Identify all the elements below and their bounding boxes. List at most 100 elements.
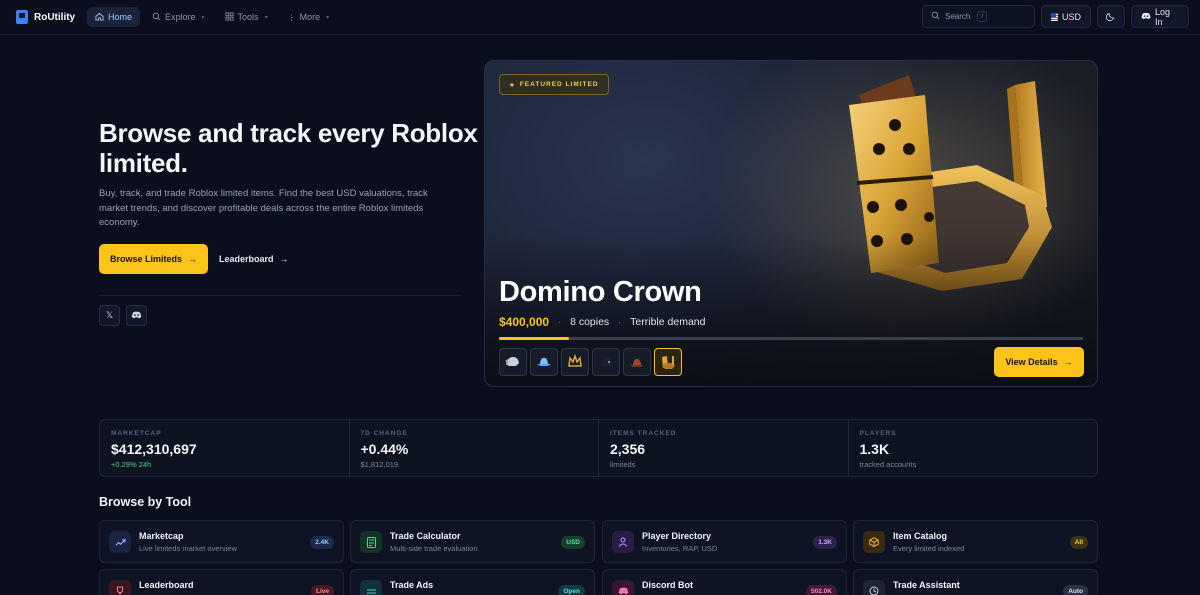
tool-card-leaderboard[interactable]: Leaderboard Live xyxy=(99,569,344,595)
tool-card-trade-calculator[interactable]: Trade Calculator Multi-side trade evalua… xyxy=(350,520,595,563)
thumbnail-dominus[interactable] xyxy=(592,348,620,376)
tool-card-trade-ads[interactable]: Trade Ads Open xyxy=(350,569,595,595)
trophy-icon xyxy=(109,580,131,595)
stat-7d-change: 7D CHANGE +0.44% $1,812,019 xyxy=(350,420,599,476)
hero-title: Browse and track every Roblox limited. xyxy=(99,118,478,178)
search-button[interactable]: Search / xyxy=(922,5,1035,28)
nav-link-explore[interactable]: Explore ▾ xyxy=(144,7,213,27)
section-title: Browse by Tool xyxy=(99,495,192,509)
search-icon xyxy=(152,12,161,23)
thumbnail-fedora[interactable] xyxy=(623,348,651,376)
nav-link-home[interactable]: Home xyxy=(87,7,141,27)
chevron-down-icon: ▾ xyxy=(264,14,268,21)
grid-icon xyxy=(225,11,234,23)
logo[interactable]: RoUtility xyxy=(16,10,75,24)
view-details-label: View Details xyxy=(1005,357,1058,367)
featured-thumbnails xyxy=(499,348,682,376)
chevron-down-icon: ▾ xyxy=(201,14,205,21)
tool-badge: Auto xyxy=(1063,585,1088,595)
thumbnail-valkyrie-helm[interactable] xyxy=(499,348,527,376)
stat-value: 2,356 xyxy=(610,441,646,457)
nav-link-tools[interactable]: Tools ▾ xyxy=(217,7,276,27)
tool-card-player-directory[interactable]: Player Directory Inventories, RAP, USD 1… xyxy=(602,520,847,563)
leaderboard-link[interactable]: Leaderboard → xyxy=(219,250,289,268)
currency-selector[interactable]: USD xyxy=(1041,5,1091,28)
stat-sub: $1,812,019 xyxy=(360,460,399,469)
top-nav: RoUtility Home Explore ▾ Tools ▾ ⋮ More … xyxy=(0,0,1200,35)
featured-progress-track xyxy=(499,337,1083,340)
tool-name: Player Directory xyxy=(642,531,712,541)
tool-name: Discord Bot xyxy=(642,580,694,590)
tool-badge: USD xyxy=(561,536,585,549)
featured-item-name: Domino Crown xyxy=(499,276,702,308)
tool-badge: 2.4K xyxy=(310,536,334,549)
calculator-icon xyxy=(360,531,382,553)
swap-icon xyxy=(360,580,382,595)
view-details-button[interactable]: View Details → xyxy=(994,347,1084,377)
discord-icon xyxy=(1141,12,1151,22)
login-label: Log In xyxy=(1155,6,1171,27)
thumbnail-golden-crown[interactable] xyxy=(561,348,589,376)
discord-icon xyxy=(131,311,142,321)
chevron-down-icon: ▾ xyxy=(326,14,330,21)
tool-name: Item Catalog xyxy=(893,531,948,541)
browse-limiteds-label: Browse Limiteds xyxy=(109,254,183,264)
nav-link-label: Home xyxy=(108,12,133,22)
thumbnail-domino-crown[interactable] xyxy=(654,348,682,376)
thumbnail-sparkle-fedora[interactable] xyxy=(530,348,558,376)
leaderboard-label: Leaderboard xyxy=(219,254,274,264)
stats-bar: MARKETCAP $412,310,697 +0.29% 24h 7D CHA… xyxy=(99,419,1098,477)
tool-card-marketcap[interactable]: Marketcap Live limiteds market overview … xyxy=(99,520,344,563)
nav-link-label: Tools xyxy=(237,12,259,22)
clock-icon xyxy=(863,580,885,595)
search-shortcut: / xyxy=(977,11,988,22)
x-icon: 𝕏 xyxy=(105,310,114,320)
logo-icon xyxy=(16,10,28,24)
x-social-button[interactable]: 𝕏 xyxy=(99,305,120,326)
featured-copies: 8 copies xyxy=(570,316,610,328)
discord-icon xyxy=(612,580,634,595)
nav-right: Search / USD Log In xyxy=(922,5,1189,28)
nav-links: Home Explore ▾ Tools ▾ ⋮ More ▾ xyxy=(87,7,337,27)
stat-label: ITEMS TRACKED xyxy=(610,430,677,437)
featured-badge: ★ FEATURED LIMITED xyxy=(499,74,609,95)
featured-card[interactable]: ★ FEATURED LIMITED Domino Crown $400,000… xyxy=(484,60,1098,387)
user-icon xyxy=(612,531,634,553)
tool-card-trade-assistant[interactable]: Trade Assistant Auto xyxy=(853,569,1098,595)
tool-name: Leaderboard xyxy=(139,580,194,590)
trend-icon xyxy=(109,531,131,553)
nav-link-label: Explore xyxy=(165,12,196,22)
stat-label: 7D CHANGE xyxy=(360,430,408,437)
tool-desc: Inventories, RAP, USD xyxy=(642,544,718,553)
home-icon xyxy=(95,12,104,23)
arrow-right-icon: → xyxy=(188,254,198,264)
star-icon: ★ xyxy=(509,81,516,89)
browse-limiteds-button[interactable]: Browse Limiteds → xyxy=(99,244,208,274)
featured-meta: $400,000 · 8 copies · Terrible demand xyxy=(499,315,705,329)
discord-social-button[interactable] xyxy=(126,305,147,326)
theme-toggle[interactable] xyxy=(1097,5,1125,28)
tool-desc: Live limiteds market overview xyxy=(139,544,237,553)
stat-sub: limiteds xyxy=(610,460,636,469)
search-icon xyxy=(931,11,940,22)
tool-badge: 1.3K xyxy=(813,536,837,549)
arrow-right-icon: → xyxy=(1063,357,1073,367)
arrow-right-icon: → xyxy=(279,254,289,264)
login-button[interactable]: Log In xyxy=(1131,5,1189,28)
stat-value: +0.44% xyxy=(360,441,409,457)
stat-items-tracked: ITEMS TRACKED 2,356 limiteds xyxy=(599,420,849,476)
stat-label: MARKETCAP xyxy=(111,430,162,437)
stat-sub: +0.29% 24h xyxy=(111,460,152,469)
tool-card-discord-bot[interactable]: Discord Bot 502.0K xyxy=(602,569,847,595)
tool-card-item-catalog[interactable]: Item Catalog Every limited indexed All xyxy=(853,520,1098,563)
dots-icon: ⋮ xyxy=(287,12,296,22)
separator-dot: · xyxy=(618,317,622,327)
featured-badge-label: FEATURED LIMITED xyxy=(519,81,599,88)
featured-price: $400,000 xyxy=(499,315,550,329)
stat-value: $412,310,697 xyxy=(111,441,197,457)
search-label: Search xyxy=(945,12,971,21)
tool-desc: Multi-side trade evaluation xyxy=(390,544,478,553)
nav-link-more[interactable]: ⋮ More ▾ xyxy=(280,7,338,27)
tool-name: Marketcap xyxy=(139,531,184,541)
moon-icon xyxy=(1105,11,1116,23)
